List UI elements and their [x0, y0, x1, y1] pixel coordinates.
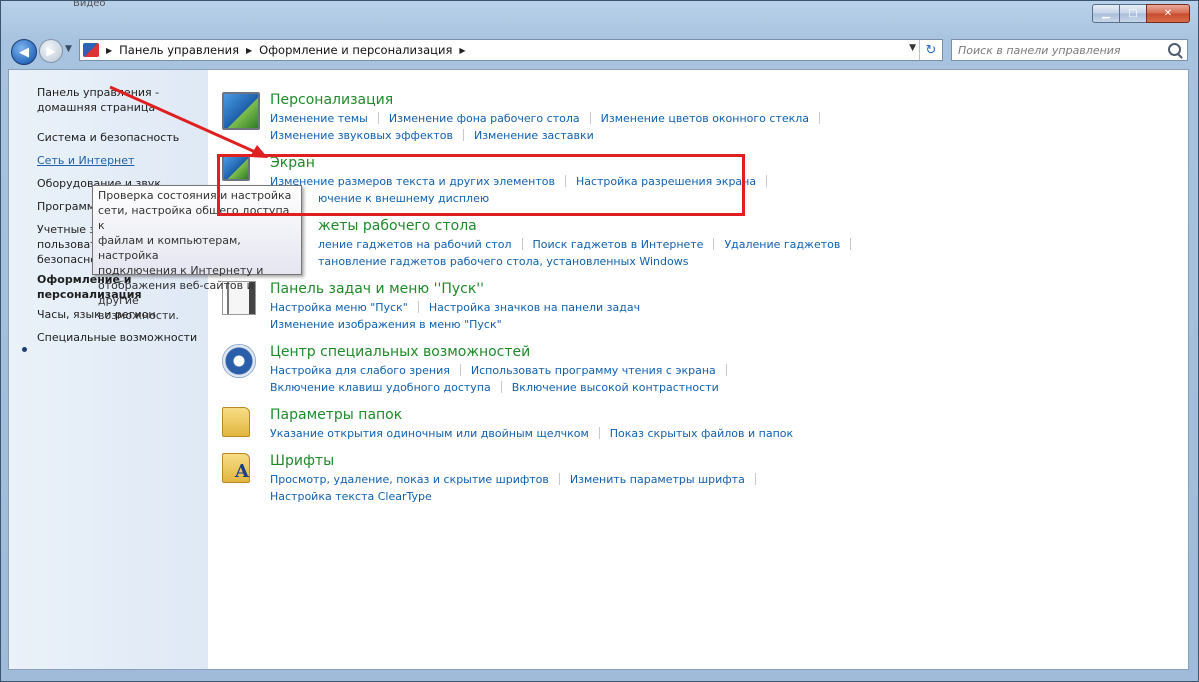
- link-add-gadgets[interactable]: ление гаджетов на рабочий стол: [318, 238, 512, 251]
- separator: [819, 112, 821, 124]
- link-sticky-keys[interactable]: Включение клавиш удобного доступа: [270, 381, 491, 394]
- links-row: Указание открытия одиночным или двойным …: [270, 427, 793, 440]
- address-bar[interactable]: ▶ Панель управления ▶ Оформление и персо…: [79, 39, 943, 61]
- category-title[interactable]: жеты рабочего стола: [318, 218, 477, 234]
- current-item-bullet-icon: [22, 347, 27, 352]
- separator: [589, 112, 591, 124]
- link-low-vision[interactable]: Настройка для слабого зрения: [270, 364, 450, 377]
- link-change-glass-color[interactable]: Изменение цветов оконного стекла: [601, 112, 809, 125]
- links-row: Изменение звуковых эффектов Изменение зас…: [270, 129, 594, 142]
- link-change-wallpaper[interactable]: Изменение фона рабочего стола: [389, 112, 580, 125]
- history-dropdown-icon[interactable]: ▼: [65, 44, 72, 54]
- refresh-icon[interactable]: ↻: [919, 40, 942, 60]
- sidebar-home-link[interactable]: Панель управления - домашняя страница: [37, 85, 159, 115]
- sidebar-home-line2: домашняя страница: [37, 101, 156, 114]
- folder-icon[interactable]: [222, 407, 250, 437]
- separator: [377, 112, 379, 124]
- ease-of-access-icon[interactable]: [222, 344, 256, 378]
- link-restore-gadgets[interactable]: тановление гаджетов рабочего стола, уста…: [318, 255, 688, 268]
- fonts-icon[interactable]: A: [222, 453, 250, 483]
- tooltip-line: отображения веб-сайтов и другие: [98, 279, 254, 307]
- separator: [850, 238, 852, 250]
- title-bar[interactable]: Видео ▁ □ ✕: [1, 1, 1198, 31]
- separator: [766, 175, 768, 187]
- breadcrumb-arrow-icon[interactable]: ▶: [459, 46, 465, 55]
- address-dropdown-icon[interactable]: ▼: [909, 43, 916, 53]
- links-row: тановление гаджетов рабочего стола, уста…: [318, 255, 688, 268]
- separator: [725, 364, 727, 376]
- link-cleartype[interactable]: Настройка текста ClearType: [270, 490, 432, 503]
- link-taskbar-icons[interactable]: Настройка значков на панели задач: [429, 301, 640, 314]
- breadcrumb-appearance[interactable]: Оформление и персонализация: [259, 43, 452, 57]
- link-change-theme[interactable]: Изменение темы: [270, 112, 368, 125]
- separator: [500, 381, 502, 393]
- navigation-bar: ◀ ▶ ▼ ▶ Панель управления ▶ Оформление и…: [1, 34, 1198, 68]
- maximize-button[interactable]: □: [1119, 4, 1147, 23]
- breadcrumb-arrow-icon[interactable]: ▶: [246, 46, 252, 55]
- separator: [754, 473, 756, 485]
- link-font-settings[interactable]: Изменить параметры шрифта: [570, 473, 745, 486]
- links-row: Изменение изображения в меню "Пуск": [270, 318, 502, 331]
- window-controls: ▁ □ ✕: [1092, 4, 1190, 23]
- back-button[interactable]: ◀: [11, 39, 37, 65]
- links-row: Настройка для слабого зрения Использовать…: [270, 364, 737, 377]
- sidebar: Панель управления - домашняя страница Си…: [9, 70, 208, 669]
- link-remove-gadgets[interactable]: Удаление гаджетов: [724, 238, 840, 251]
- link-show-hidden-files[interactable]: Показ скрытых файлов и папок: [610, 427, 793, 440]
- breadcrumb-arrow-icon[interactable]: ▶: [106, 46, 112, 55]
- separator: [462, 129, 464, 141]
- links-row: Настройка меню "Пуск" Настройка значков н…: [270, 301, 640, 314]
- search-icon[interactable]: [1168, 43, 1181, 56]
- category-title[interactable]: Панель задач и меню ''Пуск'': [270, 281, 484, 297]
- links-row: Включение клавиш удобного доступа Включен…: [270, 381, 719, 394]
- separator: [598, 427, 600, 439]
- tooltip-line: файлам и компьютерам, настройка: [98, 234, 241, 262]
- links-row: Настройка текста ClearType: [270, 490, 432, 503]
- category-title[interactable]: Шрифты: [270, 453, 334, 469]
- sidebar-accounts-line1: Учетные з: [37, 223, 96, 236]
- sidebar-item-programs[interactable]: Программ: [37, 199, 95, 214]
- link-screen-reader[interactable]: Использовать программу чтения с экрана: [471, 364, 716, 377]
- sidebar-item-system-security[interactable]: Система и безопасность: [37, 130, 179, 145]
- breadcrumb-control-panel[interactable]: Панель управления: [119, 43, 239, 57]
- search-box[interactable]: [951, 39, 1188, 61]
- tooltip-line: подключения к Интернету и: [98, 264, 264, 277]
- category-title[interactable]: Параметры папок: [270, 407, 402, 423]
- control-panel-window: Видео ▁ □ ✕ ◀ ▶ ▼ ▶ Панель управления ▶ …: [0, 0, 1199, 682]
- category-title[interactable]: Центр специальных возможностей: [270, 344, 530, 360]
- sidebar-home-line1: Панель управления -: [37, 86, 160, 99]
- sidebar-accounts-line2: пользоват: [37, 238, 97, 251]
- link-change-sounds[interactable]: Изменение звуковых эффектов: [270, 129, 453, 142]
- link-start-menu-picture[interactable]: Изменение изображения в меню "Пуск": [270, 318, 502, 331]
- links-row: Просмотр, удаление, показ и скрытие шриф…: [270, 473, 766, 486]
- link-manage-fonts[interactable]: Просмотр, удаление, показ и скрытие шриф…: [270, 473, 549, 486]
- sidebar-accounts-line3: безопасно: [37, 253, 98, 266]
- title-strip-text: Видео: [73, 1, 106, 9]
- sidebar-item-network-internet[interactable]: Сеть и Интернет: [37, 153, 134, 168]
- minimize-button[interactable]: ▁: [1092, 4, 1120, 23]
- link-high-contrast[interactable]: Включение высокой контрастности: [512, 381, 719, 394]
- link-find-gadgets[interactable]: Поиск гаджетов в Интернете: [533, 238, 704, 251]
- category-title[interactable]: Персонализация: [270, 92, 393, 108]
- annotation-highlight-box: [217, 154, 745, 216]
- separator: [558, 473, 560, 485]
- control-panel-icon: [83, 43, 99, 57]
- sidebar-item-accessibility[interactable]: Специальные возможности: [37, 330, 197, 345]
- tooltip-line: возможности.: [98, 309, 180, 322]
- search-input[interactable]: [958, 43, 1158, 57]
- link-single-double-click[interactable]: Указание открытия одиночным или двойным …: [270, 427, 589, 440]
- forward-button[interactable]: ▶: [39, 39, 63, 63]
- separator: [713, 238, 715, 250]
- sidebar-item-user-accounts[interactable]: Учетные з пользоват безопасно: [37, 222, 97, 267]
- links-row: Изменение темы Изменение фона рабочего ст…: [270, 112, 830, 125]
- personalization-icon[interactable]: [222, 92, 260, 130]
- links-row: ление гаджетов на рабочий стол Поиск гадж…: [318, 238, 861, 251]
- separator: [417, 301, 419, 313]
- separator: [459, 364, 461, 376]
- link-change-screensaver[interactable]: Изменение заставки: [474, 129, 594, 142]
- close-button[interactable]: ✕: [1146, 4, 1190, 23]
- separator: [521, 238, 523, 250]
